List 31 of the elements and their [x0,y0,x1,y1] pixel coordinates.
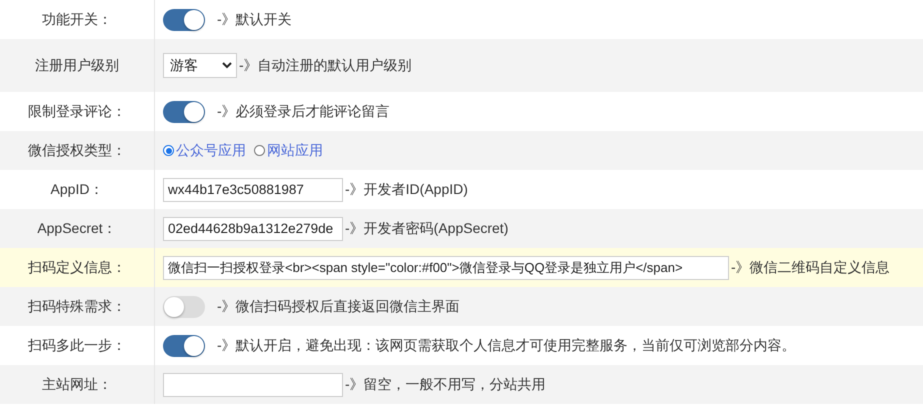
field-label: 扫码特殊需求： [28,298,126,316]
hint-text: -》必须登录后才能评论留言 [217,102,390,120]
caret-icon [222,62,232,69]
radio-option[interactable]: 网站应用 [254,142,323,160]
field-label: 扫码多此一步： [28,336,126,354]
field-label: 扫码定义信息： [28,258,126,276]
hint-text: -》默认开启，避免出现：该网页需获取个人信息才可使用完整服务，当前仅可浏览部分内容。 [217,336,796,354]
text-field[interactable]: 微信扫一扫授权登录<br><span style="color:#f00">微信登录与QQ登录是独立用户</span> [163,256,729,280]
field-label: AppSecret： [37,220,117,238]
toggle-switch[interactable] [163,100,205,122]
text-field[interactable]: wx44b17e3c50881987 [163,178,343,202]
radio-option[interactable]: 公众号应用 [163,142,246,160]
text-field[interactable] [163,372,343,396]
toggle-switch[interactable] [163,8,205,30]
field-label: 注册用户级别 [35,56,119,74]
hint-text: -》默认开关 [217,10,292,28]
toggle-switch[interactable] [163,334,205,356]
hint-text: -》开发者ID(AppID) [345,180,468,198]
field-label: 限制登录评论： [28,102,126,120]
text-field[interactable]: 02ed44628b9a1312e279de [163,216,343,240]
hint-text: -》留空，一般不用写，分站共用 [345,376,546,394]
hint-text: -》开发者密码(AppSecret) [345,220,508,238]
hint-text: -》自动注册的默认用户级别 [239,56,412,74]
field-label: 微信授权类型： [28,142,126,160]
field-label: AppID： [50,180,104,198]
hint-text: -》微信二维码自定义信息 [731,258,890,276]
hint-text: -》微信扫码授权后直接返回微信主界面 [217,298,460,316]
toggle-switch[interactable] [163,296,205,318]
field-label: 功能开关： [42,10,112,28]
level-select[interactable]: 游客 [163,53,237,78]
field-label: 主站网址： [42,376,112,394]
